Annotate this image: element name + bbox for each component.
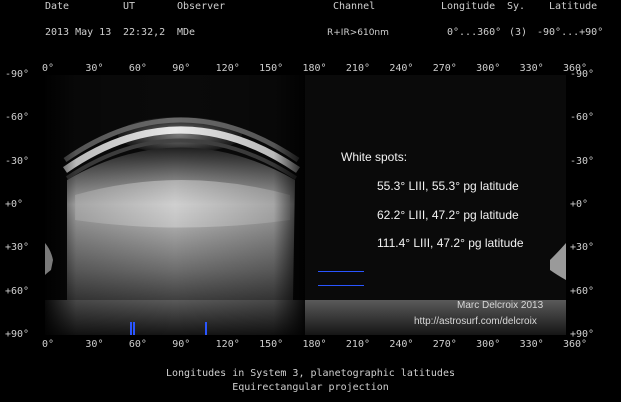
latitude-tick: +90° (5, 329, 30, 340)
longitude-tick: 0° (42, 339, 55, 350)
spot-marker-vertical-3 (205, 322, 207, 335)
longitude-tick: 300° (476, 63, 501, 74)
footer-line-1: Longitudes in System 3, planetographic l… (166, 368, 455, 379)
latitude-tick: +60° (570, 285, 595, 297)
header-value-observer: MDe (177, 27, 196, 38)
latitude-tick: -30° (570, 155, 595, 167)
longitude-tick: 30° (85, 63, 104, 74)
longitude-tick: 210° (345, 63, 370, 74)
latitude-tick: +90° (570, 329, 595, 340)
header-label-date: Date (45, 1, 70, 12)
longitude-tick: 90° (172, 63, 191, 74)
header-label-observer: Observer (177, 1, 226, 12)
latitude-tick: +30° (5, 242, 30, 254)
white-spot-3: 111.4° LIII, 47.2° pg latitude (377, 236, 524, 250)
planet-map (45, 75, 566, 335)
longitude-tick: 300° (476, 339, 501, 350)
longitude-tick: 60° (128, 339, 147, 350)
credit-author: Marc Delcroix 2013 (457, 300, 544, 311)
latitude-tick: +60° (5, 285, 30, 297)
header-value-channel: R+IR>610nm (327, 28, 389, 38)
longitude-tick: 30° (85, 339, 104, 350)
longitude-tick: 180° (302, 339, 327, 350)
header-value-ut: 22:32,2 (123, 27, 166, 38)
longitude-tick: 90° (172, 339, 191, 350)
longitude-tick: 150° (259, 339, 284, 350)
longitude-tick: 270° (432, 339, 457, 350)
header-value-longitude: 0°...360° (447, 27, 502, 38)
longitude-tick: 360° (563, 339, 588, 350)
header-value-date: 2013 May 13 (45, 27, 112, 38)
white-spots-title: White spots: (341, 150, 408, 164)
header-label-latitude: Latitude (549, 1, 598, 12)
spot-marker-horizontal-2 (318, 285, 364, 286)
latitude-tick: -90° (5, 69, 30, 80)
latitude-tick: +30° (570, 242, 595, 254)
white-spot-2: 62.2° LIII, 47.2° pg latitude (377, 208, 519, 222)
longitude-tick: 270° (432, 63, 457, 74)
right-limb-fragment (550, 243, 566, 280)
spot-marker-horizontal-1 (318, 271, 364, 272)
latitude-tick: +0° (5, 199, 24, 210)
header-label-longitude: Longitude (441, 1, 496, 12)
spot-marker-vertical-2 (133, 322, 135, 335)
latitude-tick: +0° (570, 199, 589, 210)
header-value-latitude: -90°...+90° (537, 27, 604, 38)
latitude-tick: -30° (5, 155, 30, 167)
planet-map-image (45, 75, 566, 335)
longitude-tick: 120° (215, 63, 240, 74)
longitude-tick: 210° (345, 339, 370, 350)
header-value-sy: (3) (509, 27, 528, 38)
footer-line-2: Equirectangular projection (232, 382, 389, 393)
longitude-tick: 240° (389, 339, 414, 350)
limb-darkening (45, 75, 305, 335)
latitude-tick: -60° (5, 112, 30, 124)
longitude-tick: 60° (128, 63, 147, 74)
header-label-ut: UT (123, 1, 136, 12)
longitude-tick: 240° (389, 63, 414, 74)
longitude-tick: 330° (519, 339, 544, 350)
longitude-tick: 120° (215, 339, 240, 350)
longitude-tick: 150° (259, 63, 284, 74)
latitude-tick: -60° (570, 112, 595, 124)
latitude-tick: -90° (570, 69, 595, 80)
longitude-tick: 180° (302, 63, 327, 74)
credit-url: http://astrosurf.com/delcroix (414, 316, 537, 327)
white-spot-1: 55.3° LIII, 55.3° pg latitude (377, 179, 519, 193)
longitude-tick: 330° (519, 63, 544, 74)
header-label-channel: Channel (333, 1, 376, 12)
longitude-tick: 0° (42, 63, 55, 74)
spot-marker-vertical-1 (130, 322, 132, 335)
header-label-sy: Sy. (507, 1, 526, 12)
